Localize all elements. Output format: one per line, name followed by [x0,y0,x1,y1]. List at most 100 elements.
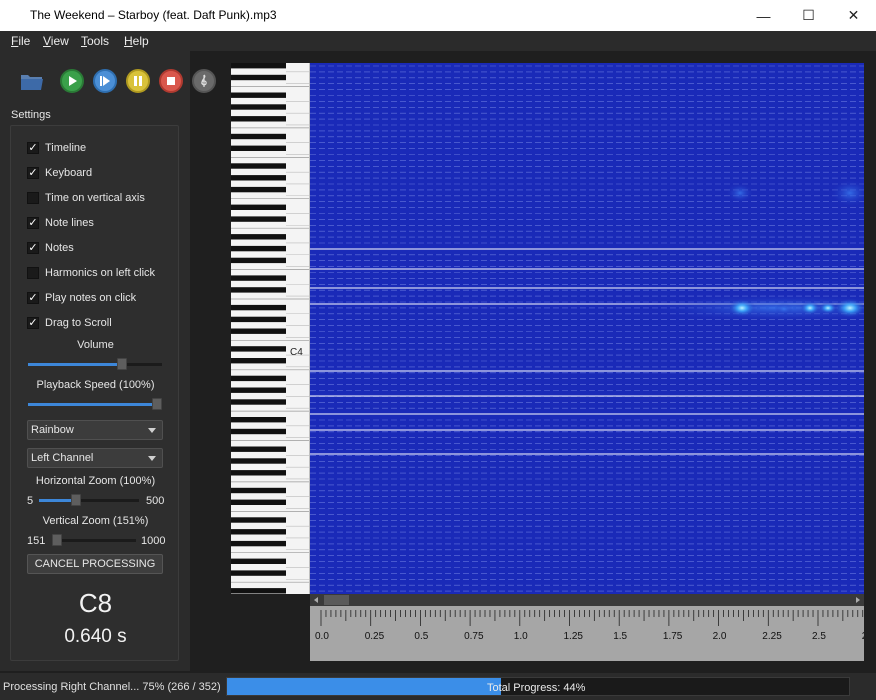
stop-button[interactable] [159,69,183,93]
black-key[interactable] [231,234,286,240]
black-key[interactable] [231,446,286,452]
black-key[interactable] [231,529,286,535]
black-key[interactable] [231,517,286,523]
open-file-button[interactable] [20,69,44,93]
black-key[interactable] [231,245,286,252]
chevron-down-icon [148,456,156,461]
black-key[interactable] [231,375,286,382]
keyboard-checkbox[interactable]: ✓ Keyboard [27,165,92,181]
horizontal-scrollbar[interactable] [310,594,864,606]
timeline-tick-label: 1.5 [613,631,628,642]
play-from-start-icon [100,76,110,86]
maximize-icon: ☐ [802,7,815,23]
colormap-select[interactable]: Rainbow [27,420,163,440]
piano-keyboard[interactable]: C4 [231,63,310,594]
notes-button[interactable] [192,69,216,93]
timeline-tick-label: 0.25 [364,631,385,642]
slider-handle[interactable] [71,494,81,506]
c4-label: C4 [290,347,303,358]
note-blob [775,303,793,315]
menu-file[interactable]: File [11,34,30,48]
black-key[interactable] [231,487,286,494]
play-notes-checkbox[interactable]: ✓ Play notes on click [27,290,136,306]
drag-scroll-checkbox[interactable]: ✓ Drag to Scroll [27,315,112,331]
black-key[interactable] [231,399,286,405]
black-key[interactable] [231,92,286,98]
chevron-down-icon [148,428,156,433]
play-button[interactable] [60,69,84,93]
playback-speed-slider[interactable] [28,397,162,411]
black-key[interactable] [231,428,286,435]
scroll-thumb [324,595,349,605]
piano-keys[interactable] [231,63,310,594]
window-title: The Weekend – Starboy (feat. Daft Punk).… [30,8,277,22]
black-key[interactable] [231,145,286,151]
timeline-tick-label: 1.0 [513,631,528,642]
checkbox-box [27,192,39,204]
slider-handle[interactable] [152,398,162,410]
black-key[interactable] [231,304,286,311]
black-key[interactable] [231,387,286,393]
black-key[interactable] [231,74,286,81]
black-key[interactable] [231,186,286,193]
menu-tools[interactable]: Tools [81,34,109,48]
black-key[interactable] [231,470,286,476]
volume-label: Volume [77,339,114,351]
black-key[interactable] [231,116,286,122]
cancel-processing-button[interactable]: CANCEL PROCESSING [27,554,163,574]
black-key[interactable] [231,275,286,281]
total-progress-bar: Total Progress: 44% [226,677,850,696]
vzoom-slider[interactable] [52,533,136,547]
black-key[interactable] [231,358,286,364]
harmonics-checkbox[interactable]: Harmonics on left click [27,265,155,281]
timeline-tick-label: 2.25 [762,631,782,642]
time-vertical-checkbox[interactable]: Time on vertical axis [27,190,145,206]
black-key[interactable] [231,104,286,110]
menu-help[interactable]: Help [124,34,149,48]
black-key[interactable] [231,216,286,222]
spectrogram-canvas[interactable] [310,63,864,594]
black-key[interactable] [231,328,286,334]
menu-view[interactable]: View [43,34,69,48]
black-key[interactable] [231,63,286,69]
slider-handle[interactable] [117,358,127,370]
black-key[interactable] [231,257,286,264]
black-key[interactable] [231,163,286,169]
notes-checkbox[interactable]: ✓ Notes [27,240,74,256]
close-button[interactable]: ✕ [831,0,876,31]
vzoom-max: 1000 [141,535,166,547]
timeline-tick-label: 0.0 [315,631,329,642]
hzoom-slider[interactable] [39,493,139,507]
black-key[interactable] [231,570,286,576]
timeline-tick-label: 2.5 [812,631,826,642]
slider-handle[interactable] [52,534,62,546]
pause-button[interactable] [126,69,150,93]
black-key[interactable] [231,499,286,505]
black-key[interactable] [231,316,286,323]
timeline-checkbox[interactable]: ✓ Timeline [27,140,86,156]
volume-slider[interactable] [28,357,162,371]
note-lines-checkbox[interactable]: ✓ Note lines [27,215,94,231]
black-key[interactable] [231,558,286,564]
black-key[interactable] [231,588,286,594]
black-key[interactable] [231,417,286,423]
black-key[interactable] [231,133,286,140]
channel-select[interactable]: Left Channel [27,448,163,468]
black-key[interactable] [231,458,286,464]
spectrogram-view[interactable] [310,63,864,594]
folder-open-icon [21,75,43,90]
black-key[interactable] [231,175,286,181]
note-blob [728,299,756,317]
timeline-ruler[interactable]: 0.0 0.25 0.5 0.75 1.0 1.25 1.5 1.75 2.0 2.25 2.5 2.… [310,606,864,661]
progress-label: Total Progress: 44% [487,682,586,694]
black-key[interactable] [231,204,286,210]
maximize-button[interactable]: ☐ [786,0,831,31]
black-key[interactable] [231,287,286,293]
black-key[interactable] [231,346,286,352]
black-key[interactable] [231,540,286,547]
scroll-right-icon [856,597,860,603]
play-from-start-button[interactable] [93,69,117,93]
timeline-tick-label: 1.25 [563,631,583,642]
checkbox-box: ✓ [27,141,39,154]
minimize-button[interactable]: — [741,0,786,31]
